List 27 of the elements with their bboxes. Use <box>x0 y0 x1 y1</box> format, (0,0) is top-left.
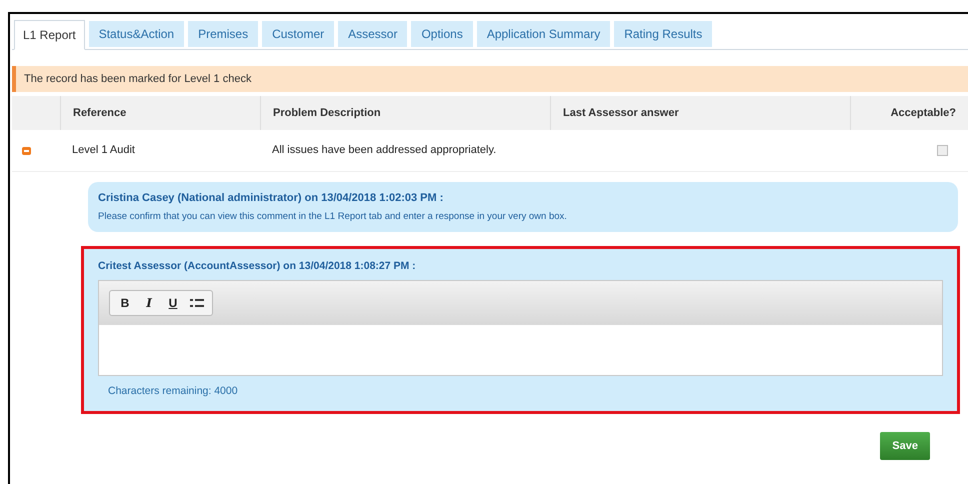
tab[interactable]: Status&Action <box>88 21 184 47</box>
format-button[interactable]: I <box>142 294 156 312</box>
tab[interactable]: Options <box>411 21 473 47</box>
collapse-icon[interactable] <box>22 146 31 154</box>
column-header: Last Assessor answer <box>563 106 679 121</box>
table-cell-text: All issues have been addressed appropriately. <box>271 143 498 158</box>
reply-author: Critest Assessor (AccountAssessor) on 13/04/2018 1:08:27 PM : <box>98 258 417 274</box>
save-button[interactable]: Save <box>880 432 930 460</box>
format-button[interactable]: B <box>118 294 132 312</box>
tab[interactable]: Customer <box>262 21 334 47</box>
characters-remaining: Characters remaining: 4000 <box>108 384 239 398</box>
status-message: The record has been marked for Level 1 check <box>24 72 252 87</box>
format-button[interactable]: U <box>166 294 180 312</box>
table-cell-text: Level 1 Audit <box>71 143 136 158</box>
rich-text-editor[interactable]: B I U <box>98 280 943 376</box>
bulleted-list-icon[interactable] <box>190 298 204 308</box>
tab[interactable]: L1 Report <box>14 20 85 50</box>
column-header: Acceptable? <box>890 106 956 121</box>
tab[interactable]: Premises <box>188 21 258 47</box>
column-header: Problem Description <box>273 106 381 121</box>
tab[interactable]: Rating Results <box>614 21 712 47</box>
tab[interactable]: Application Summary <box>476 21 610 47</box>
column-header: Reference <box>73 106 126 121</box>
comment-text: Please confirm that you can view this comment in the L1 Report tab and enter a response in your very own box. <box>98 210 568 224</box>
tab[interactable]: Assessor <box>338 21 408 47</box>
comment-author: Cristina Casey (National administrator) on 13/04/2018 1:02:03 PM : <box>98 191 444 206</box>
acceptable-checkbox[interactable] <box>937 145 948 156</box>
